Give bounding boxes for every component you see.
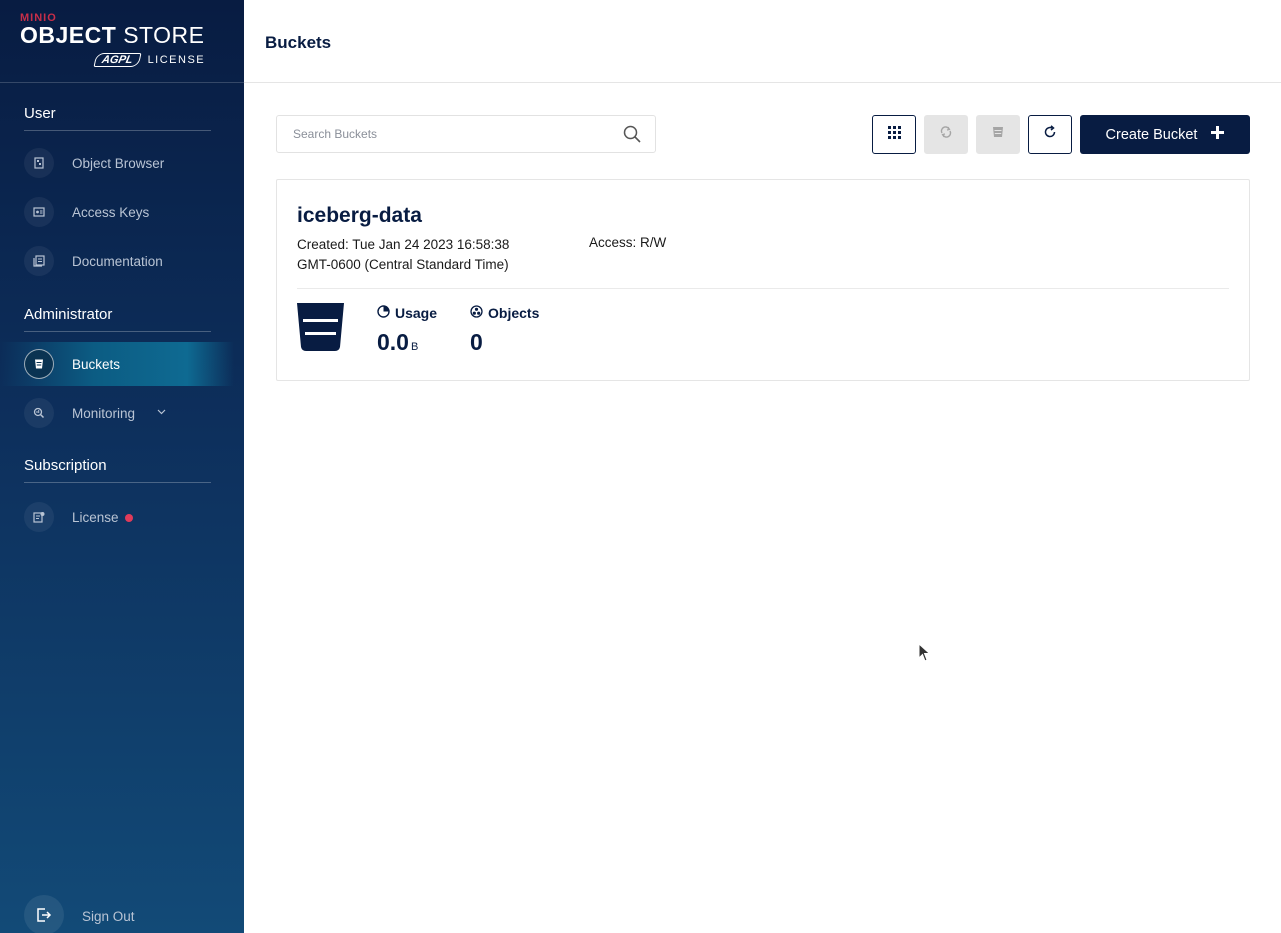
brand-main-light: STORE: [123, 22, 205, 48]
usage-unit: B: [410, 341, 419, 353]
search-icon[interactable]: [623, 125, 641, 143]
objects-label: Objects: [488, 305, 540, 321]
sign-out-icon: [24, 895, 64, 933]
sidebar-item-license[interactable]: License: [0, 495, 244, 539]
usage-label-row: Usage: [377, 305, 437, 321]
refresh-button[interactable]: [1028, 115, 1072, 154]
set-lifecycle-button[interactable]: [976, 115, 1020, 154]
license-text: LICENSE: [147, 54, 206, 66]
refresh-icon: [1043, 125, 1057, 144]
sidebar-item-object-browser[interactable]: Object Browser: [0, 141, 244, 185]
replication-icon: [939, 125, 953, 144]
minio-logo[interactable]: MINIO OBJECT STORE AGPL LICENSE: [20, 12, 220, 72]
list-view-button[interactable]: [872, 115, 916, 154]
sidebar-item-label: License: [72, 510, 133, 525]
sidebar-item-label: Monitoring: [72, 405, 136, 421]
sidebar-item-access-keys[interactable]: Access Keys: [0, 190, 244, 234]
sidebar-item-label: Object Browser: [72, 155, 165, 171]
usage-value-row: 0.0 B: [377, 329, 437, 356]
sidebar-item-label: Buckets: [72, 356, 121, 372]
bucket-icon: [297, 303, 344, 351]
section-title-user: User: [24, 105, 56, 122]
search-bar: [276, 115, 656, 153]
set-replication-button[interactable]: [924, 115, 968, 154]
section-title-administrator: Administrator: [24, 306, 113, 323]
brand-main-bold: OBJECT: [20, 22, 117, 48]
brand-license: AGPL LICENSE: [93, 53, 206, 67]
bucket-name[interactable]: iceberg-data: [297, 204, 422, 228]
agpl-badge: AGPL: [93, 53, 142, 67]
sign-out-button[interactable]: Sign Out: [0, 895, 244, 933]
create-bucket-button[interactable]: Create Bucket: [1080, 115, 1250, 154]
objects-label-row: Objects: [470, 305, 539, 321]
bucket-icon: [24, 349, 54, 379]
section-divider: [24, 130, 211, 131]
chevron-down-icon[interactable]: [157, 407, 166, 417]
usage-metric: Usage 0.0 B: [377, 305, 437, 356]
section-title-subscription: Subscription: [24, 457, 107, 474]
bucket-access: Access: R/W: [589, 235, 667, 250]
access-keys-icon: [24, 197, 54, 227]
usage-label: Usage: [395, 305, 438, 321]
page-title: Buckets: [265, 33, 332, 52]
sidebar-item-label: Access Keys: [72, 204, 150, 220]
documentation-icon: [24, 246, 54, 276]
object-browser-icon: [24, 148, 54, 178]
lifecycle-bucket-icon: [991, 125, 1005, 144]
objects-metric: Objects 0: [470, 305, 539, 356]
search-input[interactable]: [277, 116, 617, 152]
bucket-created-line: Created: Tue Jan 24 2023 16:58:38: [297, 237, 510, 252]
section-divider: [24, 482, 211, 483]
card-divider: [297, 288, 1229, 289]
create-bucket-label: Create Bucket: [1105, 126, 1198, 143]
license-label: License: [72, 509, 119, 525]
sidebar-item-monitoring[interactable]: Monitoring: [0, 391, 244, 435]
sidebar: MINIO OBJECT STORE AGPL LICENSE User Obj…: [0, 0, 244, 933]
mouse-cursor-icon: [918, 642, 932, 663]
monitoring-icon: [24, 398, 54, 428]
objects-value: 0: [470, 329, 483, 355]
notification-badge: [124, 513, 133, 522]
license-icon: [24, 502, 54, 532]
plus-icon: [1211, 126, 1225, 143]
bucket-card[interactable]: iceberg-data Created: Tue Jan 24 2023 16…: [276, 179, 1250, 381]
logo-divider: [0, 82, 244, 83]
bucket-created-line: GMT-0600 (Central Standard Time): [297, 257, 509, 272]
sign-out-label: Sign Out: [82, 909, 135, 924]
bucket-created: Created: Tue Jan 24 2023 16:58:38 GMT-06…: [297, 235, 537, 275]
usage-value: 0.0: [377, 329, 409, 355]
page-header: Buckets: [244, 0, 1281, 83]
objects-icon: [470, 305, 483, 321]
section-divider: [24, 331, 211, 332]
sidebar-item-documentation[interactable]: Documentation: [0, 239, 244, 283]
brand-main: OBJECT STORE: [20, 22, 220, 48]
grid-icon: [887, 125, 901, 144]
pie-chart-icon: [377, 305, 390, 321]
sidebar-item-label: Documentation: [72, 253, 163, 269]
sidebar-item-buckets[interactable]: Buckets: [0, 342, 234, 386]
